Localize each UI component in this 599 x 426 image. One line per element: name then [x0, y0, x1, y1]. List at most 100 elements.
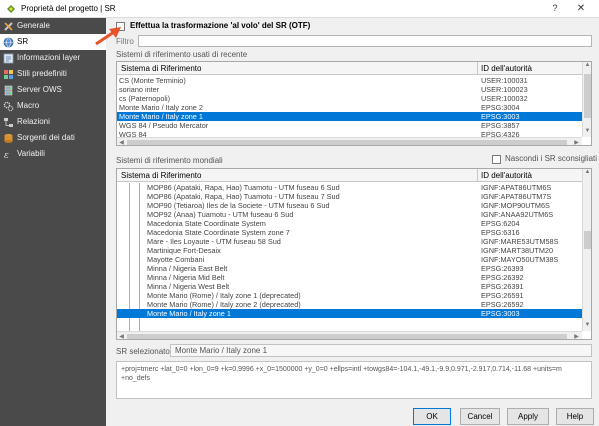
otf-checkbox-row[interactable]: Effettua la trasformazione 'al volo' del… [116, 21, 376, 33]
scrollbar-thumb[interactable] [127, 140, 567, 145]
table-row[interactable]: Mayotte Combani IGNF:MAYO50UTM38S [117, 255, 583, 264]
authority-id-cell: IGNF:MART38UTM20 [481, 246, 554, 255]
crs-name-cell: Monte Mario / Italy zone 2 [119, 103, 203, 112]
crs-name-cell: cs (Paternopoli) [119, 94, 171, 103]
title-bar: Proprietà del progetto | SR ? ✕ [0, 0, 599, 18]
sidebar-item-label: Macro [17, 101, 40, 110]
sidebar-item-sorgenti-dei-dati[interactable]: Sorgenti dei dati [0, 130, 106, 146]
world-vertical-scrollbar[interactable]: ▲ ▼ [582, 169, 591, 331]
authority-id-cell: EPSG:6316 [481, 228, 520, 237]
sr-panel: Effettua la trasformazione 'al volo' del… [95, 18, 599, 401]
table-row[interactable]: Monte Mario (Rome) / Italy zone 2 (depre… [117, 300, 583, 309]
world-horizontal-scrollbar[interactable]: ◀ ▶ [117, 331, 582, 339]
recent-crs-table[interactable]: Sistema di Riferimento ID dell'autorità … [116, 61, 592, 146]
crs-name-cell: Minna / Nigeria West Belt [147, 282, 230, 291]
table-row-selected[interactable]: Monte Mario / Italy zone 1 EPSG:3003 [117, 309, 583, 318]
window-help-button[interactable]: ? [548, 3, 562, 15]
column-divider[interactable] [477, 169, 478, 182]
table-row[interactable]: CS (Monte Terminio) USER:100031 [117, 76, 583, 85]
crs-name-cell: Minna / Nigeria East Belt [147, 264, 228, 273]
scroll-right-arrow-icon[interactable]: ▶ [572, 139, 581, 145]
crs-name-cell: Minna / Nigeria Mid Belt [147, 273, 225, 282]
authority-id-cell: IGNF:APAT86UTM7S [481, 192, 552, 201]
table-row[interactable]: cs (Paternopoli) USER:100032 [117, 94, 583, 103]
authority-id-cell: EPSG:3003 [481, 112, 520, 121]
scrollbar-thumb[interactable] [127, 334, 567, 339]
column-header-crs[interactable]: Sistema di Riferimento [121, 64, 201, 73]
sidebar: Generale SR Informazioni layer Stili pre… [0, 18, 106, 426]
column-header-authority-id[interactable]: ID dell'autorità [481, 171, 532, 180]
table-row-selected[interactable]: Monte Mario / Italy zone 1 EPSG:3003 [117, 112, 583, 121]
table-row[interactable]: soriano inter USER:100023 [117, 85, 583, 94]
table-row[interactable]: MOP86 (Apataki, Rapa, Hao) Tuamotu - UTM… [117, 183, 583, 192]
table-row[interactable]: Macedonia State Coordinate System zone 7… [117, 228, 583, 237]
authority-id-cell: EPSG:6204 [481, 219, 520, 228]
sidebar-item-stili-predefiniti[interactable]: Stili predefiniti [0, 66, 106, 82]
svg-text:ε: ε [4, 151, 9, 160]
table-row[interactable]: Monte Mario (Rome) / Italy zone 1 (depre… [117, 291, 583, 300]
ok-button[interactable]: OK [413, 408, 451, 425]
world-crs-label: Sistemi di riferimento mondiali [116, 156, 223, 165]
hide-deprecated-checkbox[interactable] [492, 155, 501, 164]
table-row[interactable]: Mare - Iles Loyaute - UTM fuseau 58 Sud … [117, 237, 583, 246]
table-row[interactable]: Minna / Nigeria Mid Belt EPSG:26392 [117, 273, 583, 282]
cancel-button[interactable]: Cancel [460, 408, 500, 425]
window-close-button[interactable]: ✕ [574, 3, 588, 15]
sidebar-item-label: Server OWS [17, 85, 62, 94]
table-row[interactable]: WGS 84 / Pseudo Mercator EPSG:3857 [117, 121, 583, 130]
authority-id-cell: EPSG:26591 [481, 291, 524, 300]
authority-id-cell: USER:100032 [481, 94, 528, 103]
scroll-up-arrow-icon[interactable]: ▲ [583, 169, 591, 175]
recent-horizontal-scrollbar[interactable]: ◀ ▶ [117, 137, 582, 145]
crs-name-cell: Macedonia State Coordinate System zone 7 [147, 228, 290, 237]
column-divider[interactable] [477, 62, 478, 75]
authority-id-cell: IGNF:MARE53UTM58S [481, 237, 559, 246]
column-header-authority-id[interactable]: ID dell'autorità [481, 64, 532, 73]
table-row[interactable]: MOP86 (Apataki, Rapa, Hao) Tuamotu - UTM… [117, 192, 583, 201]
authority-id-cell: USER:100023 [481, 85, 528, 94]
recent-vertical-scrollbar[interactable]: ▲ ▼ [582, 62, 591, 137]
scrollbar-thumb[interactable] [584, 231, 591, 249]
scrollbar-thumb[interactable] [584, 74, 591, 118]
crs-name-cell: MOP86 (Apataki, Rapa, Hao) Tuamotu - UTM… [147, 183, 340, 192]
table-row[interactable]: MOP90 (Tetiaroa) Iles de la Societe - UT… [117, 201, 583, 210]
table-row[interactable]: Minna / Nigeria East Belt EPSG:26393 [117, 264, 583, 273]
sidebar-item-relazioni[interactable]: Relazioni [0, 114, 106, 130]
scroll-left-arrow-icon[interactable]: ◀ [117, 139, 126, 145]
crs-name-cell: Macedonia State Coordinate System [147, 219, 266, 228]
table-row[interactable]: Monte Mario / Italy zone 2 EPSG:3004 [117, 103, 583, 112]
server-icon [4, 85, 13, 96]
scroll-up-arrow-icon[interactable]: ▲ [583, 62, 591, 68]
authority-id-cell: EPSG:3003 [481, 309, 520, 318]
crs-name-cell: MOP92 (Anaa) Tuamotu - UTM fuseau 6 Sud [147, 210, 294, 219]
hide-deprecated-row[interactable]: Nascondi i SR sconsigliati [492, 154, 599, 165]
table-row[interactable]: Macedonia State Coordinate System EPSG:6… [117, 219, 583, 228]
table-row[interactable]: MOP92 (Anaa) Tuamotu - UTM fuseau 6 Sud … [117, 210, 583, 219]
table-row[interactable]: Martinique Fort-Desaix IGNF:MART38UTM20 [117, 246, 583, 255]
sidebar-item-label: Generale [17, 21, 50, 30]
table-row[interactable]: Minna / Nigeria West Belt EPSG:26391 [117, 282, 583, 291]
sidebar-item-sr[interactable]: SR [0, 34, 106, 50]
proj-definition-box[interactable]: +proj=tmerc +lat_0=0 +lon_0=9 +k=0.9996 … [116, 361, 592, 399]
scroll-right-arrow-icon[interactable]: ▶ [572, 333, 581, 339]
world-crs-table[interactable]: Sistema di Riferimento ID dell'autorità … [116, 168, 592, 340]
filter-input[interactable] [138, 35, 592, 47]
crs-name-cell: Monte Mario (Rome) / Italy zone 1 (depre… [147, 291, 301, 300]
sidebar-item-label: Informazioni layer [17, 53, 81, 62]
column-header-crs[interactable]: Sistema di Riferimento [121, 171, 201, 180]
scroll-down-arrow-icon[interactable]: ▼ [583, 128, 591, 134]
scroll-left-arrow-icon[interactable]: ◀ [117, 333, 126, 339]
crs-name-cell: Monte Mario / Italy zone 1 [147, 309, 231, 318]
scroll-down-arrow-icon[interactable]: ▼ [583, 322, 591, 328]
crs-name-cell: Mayotte Combani [147, 255, 205, 264]
help-button[interactable]: Help [556, 408, 594, 425]
styles-icon [4, 70, 13, 79]
sidebar-item-server-ows[interactable]: Server OWS [0, 82, 106, 98]
sidebar-item-informazioni-layer[interactable]: Informazioni layer [0, 50, 106, 66]
sidebar-item-variabili[interactable]: ε Variabili [0, 146, 106, 162]
crs-name-cell: Monte Mario (Rome) / Italy zone 2 (depre… [147, 300, 301, 309]
apply-button[interactable]: Apply [507, 408, 549, 425]
sidebar-item-macro[interactable]: Macro [0, 98, 106, 114]
qgis-app-icon [7, 5, 15, 13]
sidebar-item-generale[interactable]: Generale [0, 18, 106, 34]
